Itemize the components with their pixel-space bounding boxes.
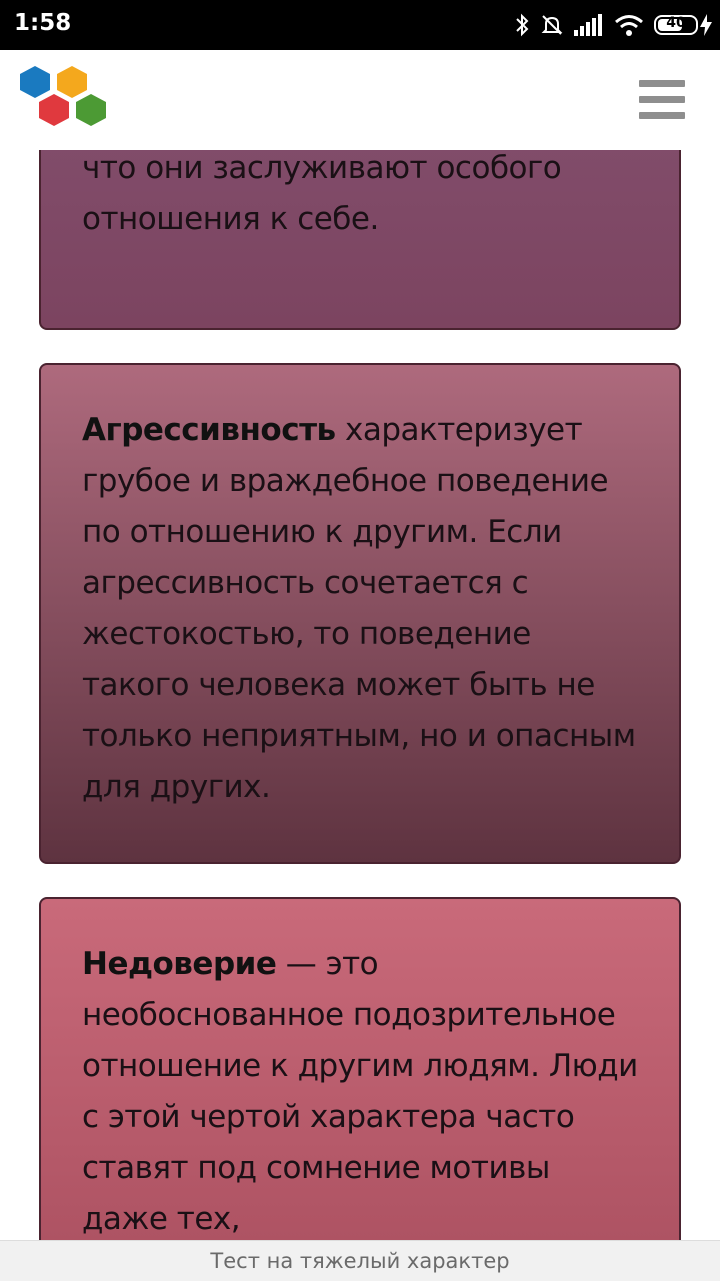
battery-indicator: 40 [654, 14, 712, 36]
article-content: воображаемую корону и считают, что они з… [0, 50, 720, 1240]
card-text: характеризует грубое и враждебное поведе… [82, 412, 636, 805]
page-title-bar: Тест на тяжелый характер [0, 1240, 720, 1281]
charging-icon [700, 14, 712, 36]
card-text: — это необоснованное подозрительное отно… [82, 946, 638, 1237]
status-time: 1:58 [14, 10, 72, 36]
hamburger-menu-icon[interactable] [639, 80, 685, 120]
card-title: Недоверие [82, 946, 277, 982]
battery-level: 40 [666, 15, 686, 31]
hexagon-logo[interactable] [18, 64, 110, 134]
page-title: Тест на тяжелый характер [210, 1249, 510, 1273]
battery-icon: 40 [654, 15, 698, 35]
trait-card-aggressiveness: Агрессивность характеризует грубое и вра… [39, 363, 681, 864]
card-title: Агрессивность [82, 412, 336, 448]
bluetooth-icon [516, 13, 529, 37]
status-icons: 40 [514, 10, 712, 40]
site-header [0, 50, 720, 150]
wifi-icon [615, 15, 643, 36]
bell-off-icon [541, 15, 563, 35]
trait-card-distrust: Недоверие — это необоснованное подозрите… [39, 897, 681, 1240]
status-bar: 1:58 40 [0, 0, 720, 50]
signal-icon [574, 14, 602, 36]
